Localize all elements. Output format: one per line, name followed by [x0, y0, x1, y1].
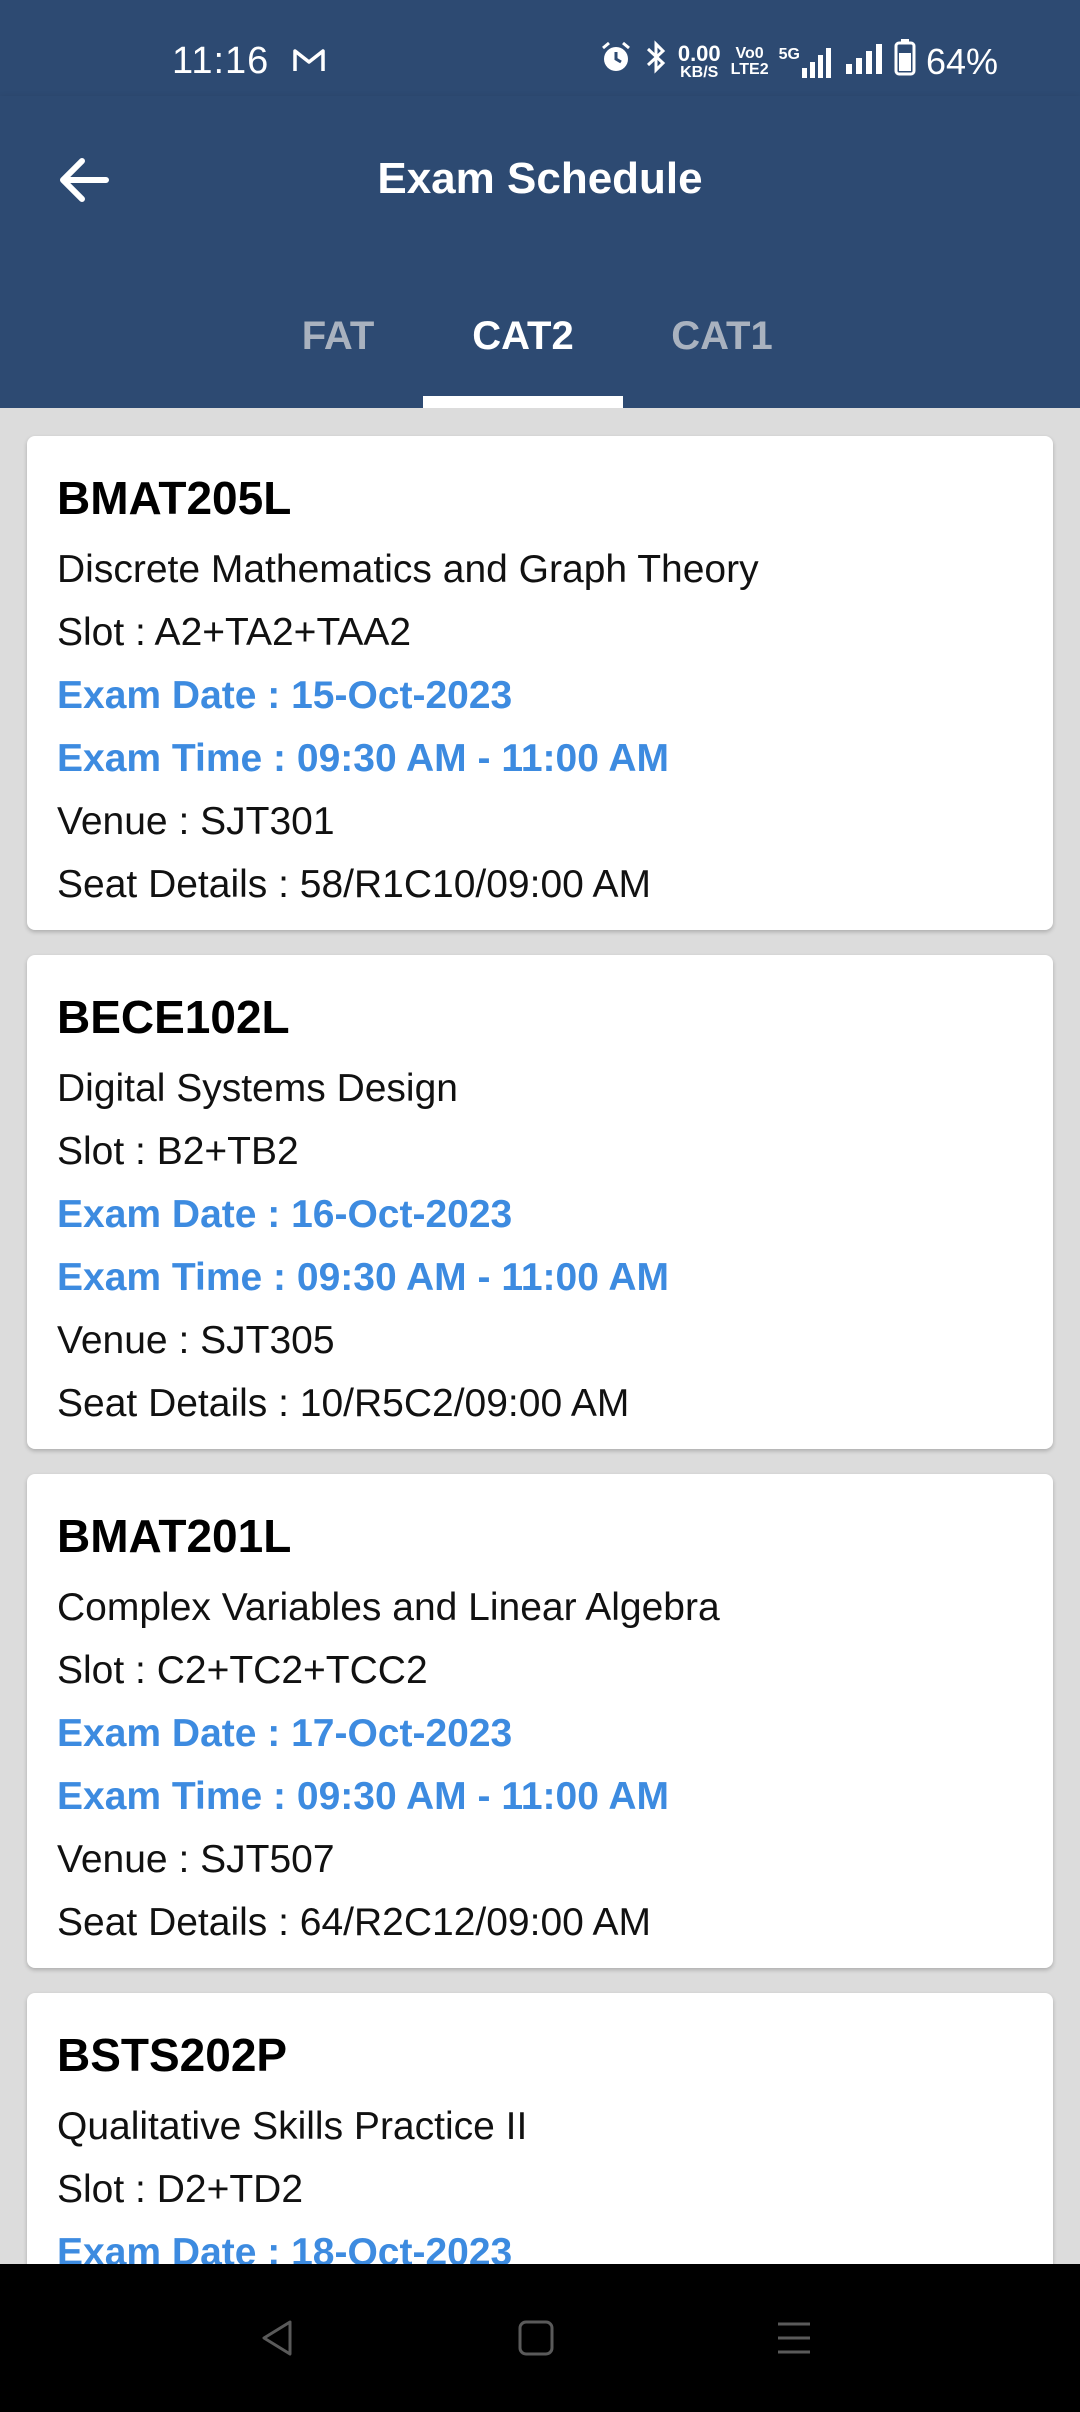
exam-slot: Slot : A2+TA2+TAA2	[57, 611, 412, 654]
menu-lines-icon	[778, 2322, 810, 2354]
exam-card[interactable]: BSTS202P Qualitative Skills Practice II …	[27, 1993, 1053, 2264]
course-title: Complex Variables and Linear Algebra	[57, 1586, 720, 1629]
alarm-icon	[598, 39, 634, 84]
exam-date: Exam Date : 17-Oct-2023	[57, 1712, 513, 1755]
tab-bar: FAT CAT2 CAT1	[0, 264, 1080, 408]
exam-card[interactable]: BMAT205L Discrete Mathematics and Graph …	[27, 436, 1053, 930]
exam-slot: Slot : B2+TB2	[57, 1130, 299, 1173]
signal-5g-icon: 5G	[779, 46, 834, 78]
page-title: Exam Schedule	[377, 154, 703, 203]
seat-details: Seat Details : 64/R2C12/09:00 AM	[57, 1901, 652, 1944]
course-code: BMAT205L	[57, 472, 292, 524]
exam-time: Exam Time : 09:30 AM - 11:00 AM	[57, 737, 669, 780]
battery-percent: 64%	[925, 40, 998, 82]
net-speed-unit: KB/S	[680, 63, 719, 81]
active-tab-indicator	[423, 396, 623, 408]
network-type-label: 5G	[778, 45, 800, 63]
exam-time: Exam Time : 09:30 AM - 11:00 AM	[57, 1256, 669, 1299]
exam-slot: Slot : D2+TD2	[57, 2168, 304, 2211]
volte-bottom: LTE2	[730, 60, 769, 78]
nav-menu-button[interactable]	[766, 2310, 822, 2366]
signal-icon	[844, 41, 884, 83]
nav-back-button[interactable]	[250, 2310, 306, 2366]
course-code: BSTS202P	[57, 2029, 288, 2081]
exam-list[interactable]: BMAT205L Discrete Mathematics and Graph …	[0, 408, 1080, 2264]
tab-fat[interactable]: FAT	[238, 264, 438, 408]
triangle-back-icon	[262, 2320, 292, 2356]
exam-date: Exam Date : 18-Oct-2023	[57, 2231, 513, 2264]
exam-venue: Venue : SJT301	[57, 800, 335, 843]
exam-card[interactable]: BECE102L Digital Systems Design Slot : B…	[27, 955, 1053, 1449]
status-bar: 11:16 0.00 KB/S Vo0 LTE2 5G 64%	[0, 0, 1080, 96]
net-speed-value: 0.00	[677, 40, 721, 66]
exam-card[interactable]: BMAT201L Complex Variables and Linear Al…	[27, 1474, 1053, 1968]
seat-details: Seat Details : 10/R5C2/09:00 AM	[57, 1382, 630, 1425]
nav-home-button[interactable]	[508, 2310, 564, 2366]
course-title: Digital Systems Design	[57, 1067, 458, 1110]
tab-cat1[interactable]: CAT1	[622, 264, 822, 408]
exam-venue: Venue : SJT507	[57, 1838, 335, 1881]
exam-date: Exam Date : 15-Oct-2023	[57, 674, 513, 717]
exam-time: Exam Time : 09:30 AM - 11:00 AM	[57, 1775, 669, 1818]
battery-icon	[894, 38, 916, 85]
exam-venue: Venue : SJT305	[57, 1319, 335, 1362]
volte-indicator: Vo0 LTE2	[730, 44, 769, 78]
app-bar: Exam Schedule	[0, 96, 1080, 264]
course-title: Discrete Mathematics and Graph Theory	[57, 548, 759, 591]
square-home-icon	[518, 2320, 554, 2356]
status-time: 11:16	[172, 40, 270, 82]
volte-top: Vo0	[735, 44, 764, 62]
net-speed: 0.00 KB/S	[677, 40, 721, 81]
bluetooth-icon	[644, 39, 668, 84]
gmail-icon	[292, 46, 326, 79]
system-nav-bar	[0, 2264, 1080, 2412]
seat-details: Seat Details : 58/R1C10/09:00 AM	[57, 863, 652, 906]
course-code: BMAT201L	[57, 1510, 292, 1562]
tab-cat2[interactable]: CAT2	[423, 264, 623, 408]
course-title: Qualitative Skills Practice II	[57, 2105, 528, 2148]
course-code: BECE102L	[57, 991, 290, 1043]
exam-slot: Slot : C2+TC2+TCC2	[57, 1649, 428, 1692]
exam-date: Exam Date : 16-Oct-2023	[57, 1193, 513, 1236]
status-icons: 0.00 KB/S Vo0 LTE2 5G 64%	[598, 38, 998, 85]
